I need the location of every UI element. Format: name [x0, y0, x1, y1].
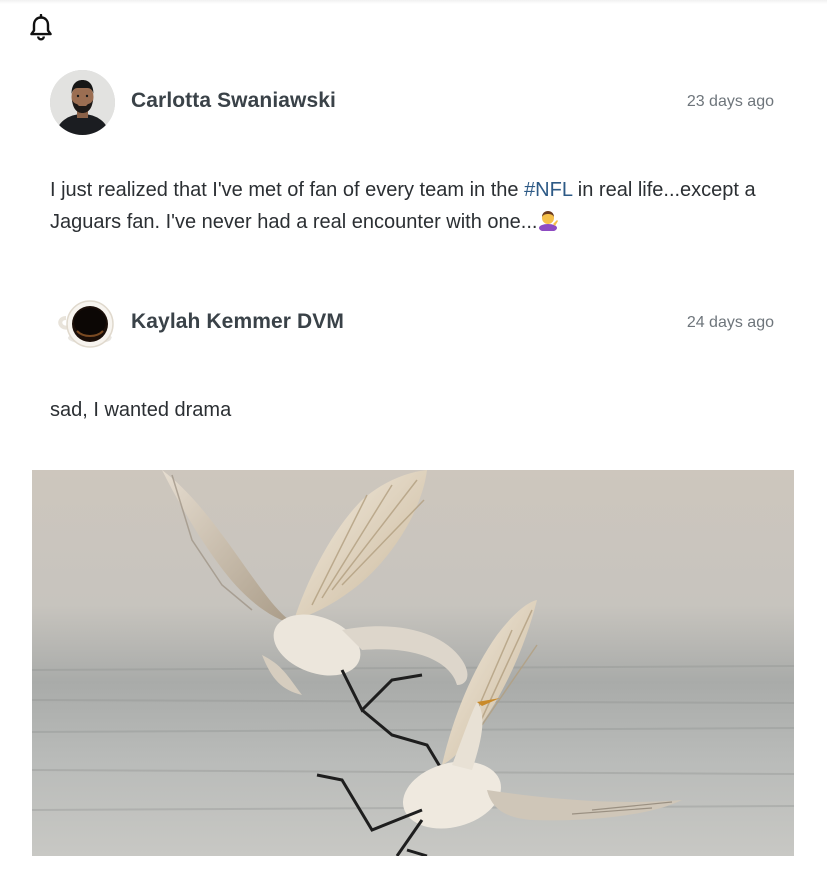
post-card: Kaylah Kemmer DVM 24 days ago sad, I wan… [50, 291, 774, 426]
post-header: Kaylah Kemmer DVM 24 days ago [50, 291, 774, 357]
post-timestamp: 23 days ago [686, 93, 774, 110]
post-text: I just realized that I've met of fan of … [50, 174, 774, 238]
post-card: Carlotta Swaniawski 23 days ago I just r… [50, 70, 774, 238]
post-text: sad, I wanted drama [50, 399, 232, 421]
post-header: Carlotta Swaniawski 23 days ago [50, 70, 774, 136]
author-name[interactable]: Kaylah Kemmer DVM [131, 310, 344, 334]
person-tipping-hand-emoji [537, 209, 559, 232]
hashtag-link[interactable]: #NFL [524, 179, 572, 201]
avatar[interactable] [50, 291, 115, 356]
top-divider [0, 0, 827, 4]
avatar[interactable] [50, 70, 115, 135]
post-text-start: I just realized that I've met of fan of … [50, 179, 525, 201]
bell-icon[interactable] [28, 13, 54, 42]
post-timestamp: 24 days ago [686, 314, 774, 331]
author-name[interactable]: Carlotta Swaniawski [131, 89, 336, 113]
fighting-egrets-photo[interactable] [32, 470, 794, 856]
